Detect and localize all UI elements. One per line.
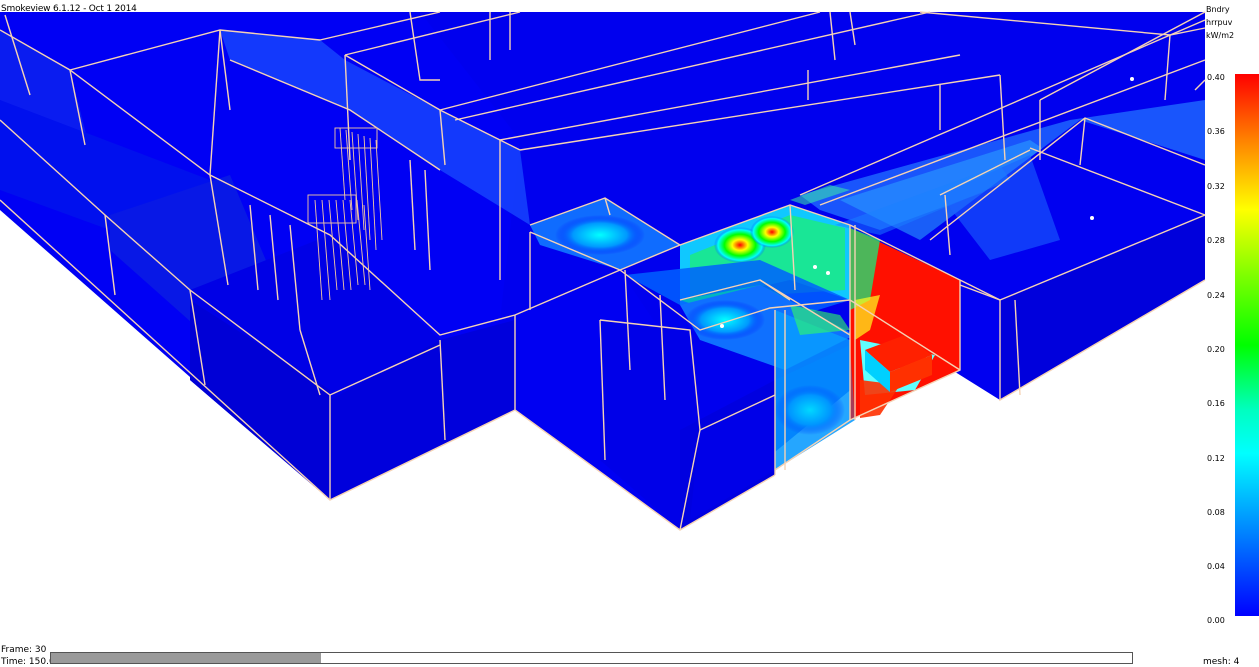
colorbar-tick: 0.16	[1207, 399, 1225, 408]
colorbar-header-line: kW/m2	[1206, 31, 1235, 40]
colorbar-tick: 0.24	[1207, 291, 1225, 300]
window-title: Smokeview 6.1.12 - Oct 1 2014	[1, 4, 137, 14]
colorbar-tick: 0.40	[1207, 73, 1225, 82]
colorbar-tick: 0.12	[1207, 454, 1225, 463]
colorbar-header-line: hrrpuv	[1206, 18, 1233, 27]
time-slider-progress	[51, 653, 322, 663]
3d-scene-viewport[interactable]	[0, 0, 1259, 666]
colorbar-tick: 0.00	[1207, 616, 1225, 625]
colorbar-header-line: Bndry	[1206, 5, 1230, 14]
colorbar-tick: 0.32	[1207, 182, 1225, 191]
time-slider[interactable]	[50, 652, 1133, 664]
colorbar-tick: 0.36	[1207, 127, 1225, 136]
colorbar-tick: 0.20	[1207, 345, 1225, 354]
colorbar-tick: 0.28	[1207, 236, 1225, 245]
colorbar-tick: 0.04	[1207, 562, 1225, 571]
building-model	[0, 12, 1205, 530]
colorbar-tick: 0.08	[1207, 508, 1225, 517]
colorbar-gradient	[1235, 74, 1259, 616]
frame-label: Frame: 30	[1, 645, 47, 655]
